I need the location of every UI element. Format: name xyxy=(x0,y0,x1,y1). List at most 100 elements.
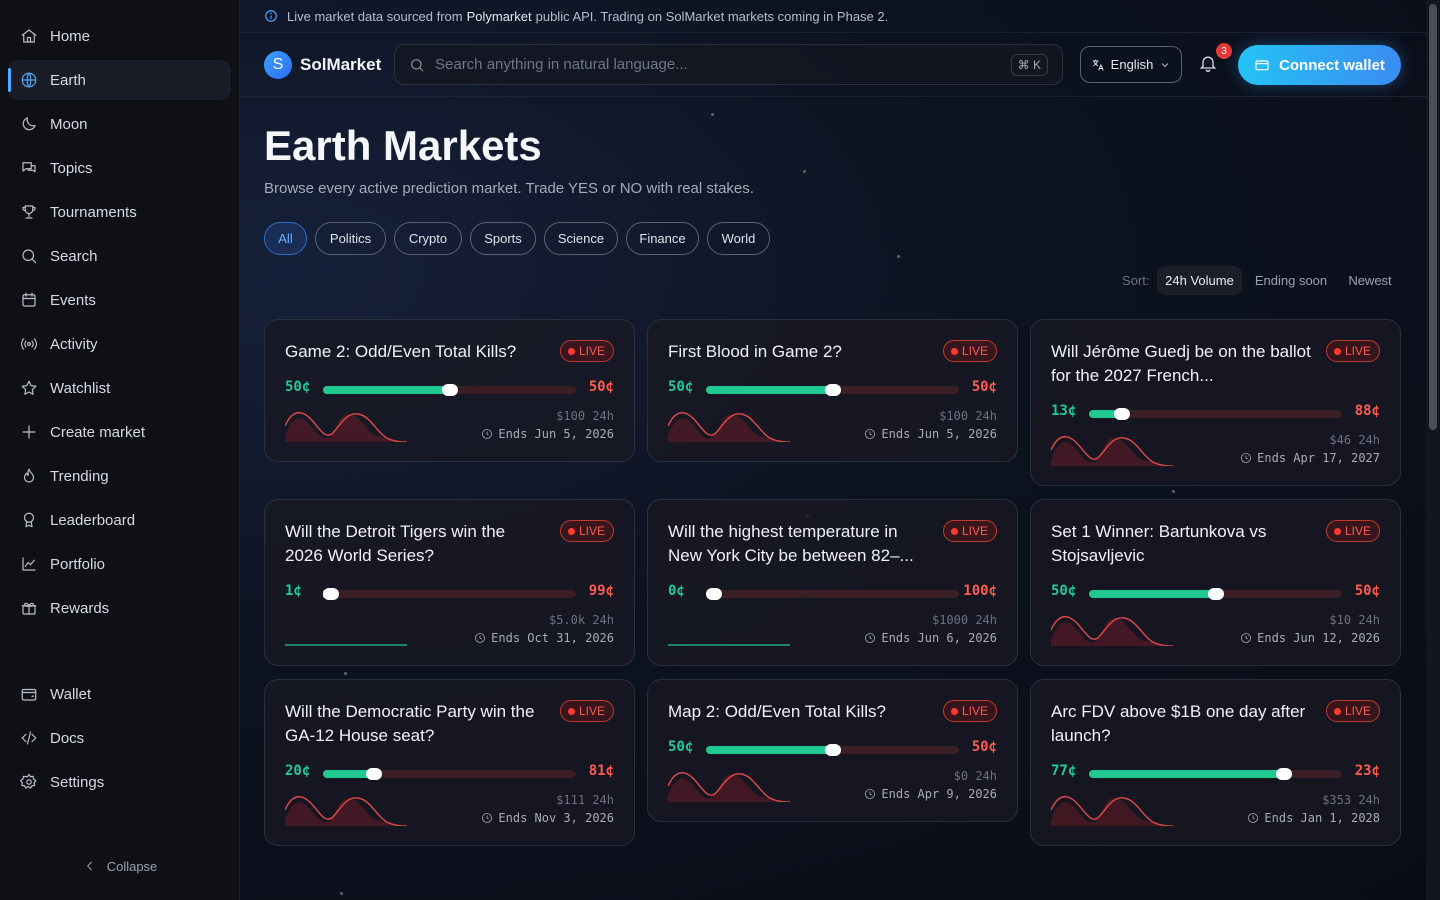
market-title[interactable]: Will the highest temperature in New York… xyxy=(668,520,930,568)
sidebar-item-trending[interactable]: Trending xyxy=(8,456,231,496)
live-dot-icon xyxy=(567,347,575,355)
yes-price[interactable]: 1¢ xyxy=(285,583,302,599)
yes-price[interactable]: 50¢ xyxy=(1051,583,1076,599)
sidebar-item-settings[interactable]: Settings xyxy=(8,762,231,802)
clock-icon xyxy=(482,429,493,439)
sort-option-newest[interactable]: Newest xyxy=(1340,266,1400,295)
clock-icon xyxy=(482,813,493,823)
no-price[interactable]: 88¢ xyxy=(1355,403,1380,419)
sidebar-item-moon[interactable]: Moon xyxy=(8,104,231,144)
market-card[interactable]: Map 2: Odd/Even Total Kills? LIVE 50¢ 50¢ $0… xyxy=(647,679,1018,822)
sidebar-item-label: Search xyxy=(50,247,98,265)
no-price[interactable]: 50¢ xyxy=(1355,583,1380,599)
sidebar-item-label: Earth xyxy=(50,71,86,89)
no-price[interactable]: 99¢ xyxy=(589,583,614,599)
chevron-left-icon xyxy=(86,861,92,871)
scrollbar-thumb[interactable] xyxy=(1429,4,1437,430)
background-star xyxy=(340,892,343,895)
chart-line-icon xyxy=(19,554,39,574)
market-title[interactable]: Map 2: Odd/Even Total Kills? xyxy=(668,700,930,724)
background-star xyxy=(897,255,900,258)
search-input[interactable]: Search anything in natural language... ⌘… xyxy=(394,44,1063,85)
background-star xyxy=(344,672,347,675)
yes-price[interactable]: 77¢ xyxy=(1051,763,1076,779)
sparkline-chart xyxy=(668,772,790,802)
filter-chip-science[interactable]: Science xyxy=(544,222,618,255)
filter-chip-crypto[interactable]: Crypto xyxy=(394,222,462,255)
filter-chip-finance[interactable]: Finance xyxy=(626,222,699,255)
search-icon xyxy=(411,58,424,71)
notifications-button[interactable] xyxy=(1198,53,1220,75)
sidebar-item-portfolio[interactable]: Portfolio xyxy=(8,544,231,584)
market-title[interactable]: Set 1 Winner: Bartunkova vs Stojsavljevi… xyxy=(1051,520,1313,568)
no-price[interactable]: 23¢ xyxy=(1355,763,1380,779)
market-card[interactable]: Set 1 Winner: Bartunkova vs Stojsavljevi… xyxy=(1030,499,1401,666)
language-selector[interactable]: English xyxy=(1080,46,1182,83)
sidebar-item-wallet[interactable]: Wallet xyxy=(8,674,231,714)
no-price[interactable]: 50¢ xyxy=(972,379,997,395)
sidebar-item-tournaments[interactable]: Tournaments xyxy=(8,192,231,232)
market-card[interactable]: Game 2: Odd/Even Total Kills? LIVE 50¢ 50¢ $… xyxy=(264,319,635,462)
info-icon xyxy=(265,10,277,22)
sidebar-item-search[interactable]: Search xyxy=(8,236,231,276)
yes-price[interactable]: 50¢ xyxy=(668,379,693,395)
market-title[interactable]: First Blood in Game 2? xyxy=(668,340,930,364)
yes-price[interactable]: 20¢ xyxy=(285,763,310,779)
market-card[interactable]: Will Jérôme Guedj be on the ballot for t… xyxy=(1030,319,1401,486)
sidebar-item-rewards[interactable]: Rewards xyxy=(8,588,231,628)
market-card[interactable]: Will the Detroit Tigers win the 2026 Wor… xyxy=(264,499,635,666)
sidebar-item-home[interactable]: Home xyxy=(8,16,231,56)
market-title[interactable]: Will the Democratic Party win the GA-12 … xyxy=(285,700,547,748)
market-title[interactable]: Arc FDV above $1B one day after launch? xyxy=(1051,700,1313,748)
end-date: Ends Jun 5, 2026 xyxy=(481,427,614,441)
sidebar-item-docs[interactable]: Docs xyxy=(8,718,231,758)
market-title[interactable]: Will the Detroit Tigers win the 2026 Wor… xyxy=(285,520,547,568)
wallet-icon xyxy=(19,684,39,704)
sidebar-item-leaderboard[interactable]: Leaderboard xyxy=(8,500,231,540)
market-title[interactable]: Will Jérôme Guedj be on the ballot for t… xyxy=(1051,340,1313,388)
sidebar-item-earth[interactable]: Earth xyxy=(8,60,231,100)
sidebar-item-events[interactable]: Events xyxy=(8,280,231,320)
sidebar-item-create-market[interactable]: Create market xyxy=(8,412,231,452)
filter-chip-sports[interactable]: Sports xyxy=(470,222,536,255)
yes-price[interactable]: 13¢ xyxy=(1051,403,1076,419)
sidebar-item-activity[interactable]: Activity xyxy=(8,324,231,364)
calendar-icon xyxy=(19,290,39,310)
sidebar-item-watchlist[interactable]: Watchlist xyxy=(8,368,231,408)
collapse-sidebar-button[interactable]: Collapse xyxy=(0,855,240,877)
no-price[interactable]: 50¢ xyxy=(589,379,614,395)
live-badge: LIVE xyxy=(559,520,614,542)
live-label: LIVE xyxy=(1344,524,1371,538)
trophy-icon xyxy=(19,202,39,222)
chat-icon xyxy=(19,158,39,178)
yes-price[interactable]: 0¢ xyxy=(668,583,685,599)
sort-option-ending-soon[interactable]: Ending soon xyxy=(1248,266,1334,295)
market-card[interactable]: Arc FDV above $1B one day after launch? L… xyxy=(1030,679,1401,846)
end-date: Ends Jun 5, 2026 xyxy=(864,427,997,441)
probability-bar xyxy=(323,384,576,396)
brand-logo[interactable]: S SolMarket xyxy=(264,51,381,79)
sparkline-chart xyxy=(1051,616,1173,646)
filter-chip-world[interactable]: World xyxy=(707,222,770,255)
sidebar-item-label: Trending xyxy=(50,467,109,485)
market-card[interactable]: First Blood in Game 2? LIVE 50¢ 50¢ $100 24h… xyxy=(647,319,1018,462)
sort-option-24h-volume[interactable]: 24h Volume xyxy=(1157,266,1242,295)
filter-chip-all[interactable]: All xyxy=(264,222,307,255)
connect-wallet-button[interactable]: Connect wallet xyxy=(1238,45,1401,85)
market-card[interactable]: Will the highest temperature in New York… xyxy=(647,499,1018,666)
market-title[interactable]: Game 2: Odd/Even Total Kills? xyxy=(285,340,547,364)
probability-thumb xyxy=(1275,768,1292,780)
yes-price[interactable]: 50¢ xyxy=(285,379,310,395)
sidebar-item-topics[interactable]: Topics xyxy=(8,148,231,188)
yes-price[interactable]: 50¢ xyxy=(668,739,693,755)
no-price[interactable]: 81¢ xyxy=(589,763,614,779)
clock-icon xyxy=(1241,633,1252,643)
sort-label: Sort: xyxy=(1122,273,1150,288)
sidebar-item-label: Create market xyxy=(50,423,146,441)
market-card[interactable]: Will the Democratic Party win the GA-12 … xyxy=(264,679,635,846)
end-date: Ends Jun 12, 2026 xyxy=(1240,631,1380,645)
search-placeholder: Search anything in natural language... xyxy=(435,56,688,73)
no-price[interactable]: 100¢ xyxy=(963,583,997,599)
filter-chip-politics[interactable]: Politics xyxy=(315,222,386,255)
no-price[interactable]: 50¢ xyxy=(972,739,997,755)
